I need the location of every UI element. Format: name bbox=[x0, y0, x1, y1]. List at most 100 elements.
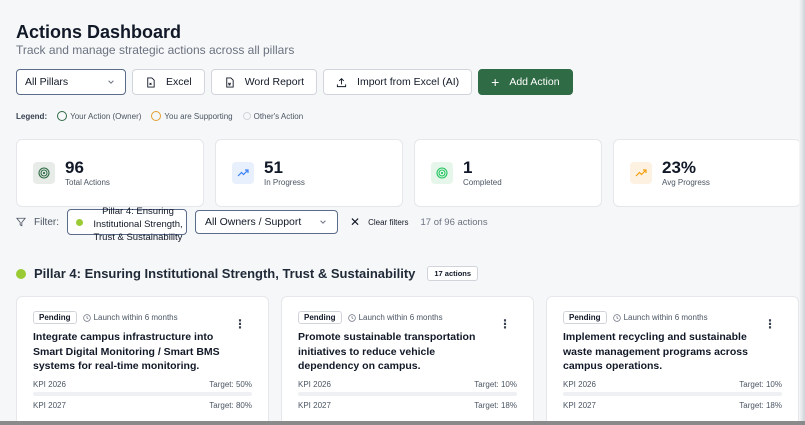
pillar-select-value: All Pillars bbox=[25, 76, 69, 88]
timeline-text: Launch within 6 months bbox=[358, 313, 443, 322]
legend: Legend: Your Action (Owner) You are Supp… bbox=[16, 111, 307, 121]
kpi-label: KPI 2027 bbox=[563, 401, 596, 411]
status-badge: Pending bbox=[33, 311, 77, 324]
kpi-target: Target: 18% bbox=[474, 401, 517, 411]
more-options-icon[interactable]: ⋮ bbox=[764, 317, 776, 331]
filter-icon bbox=[16, 217, 26, 227]
file-icon bbox=[225, 76, 234, 88]
stats-row: 96 Total Actions 51 In Progress 1 Comple… bbox=[16, 139, 801, 207]
kpi-label: KPI 2027 bbox=[298, 401, 331, 411]
stat-value: 1 bbox=[463, 158, 473, 178]
stat-value: 51 bbox=[264, 158, 283, 178]
stat-label: Avg Progress bbox=[662, 177, 710, 187]
target-icon bbox=[431, 162, 453, 184]
kpi-progress-bar bbox=[33, 392, 252, 397]
add-action-button-label: Add Action bbox=[509, 76, 560, 88]
more-options-icon[interactable]: ⋮ bbox=[499, 317, 511, 331]
kpi-target: Target: 18% bbox=[739, 401, 782, 411]
stat-value: 96 bbox=[65, 158, 84, 178]
legend-owner: Your Action (Owner) bbox=[57, 111, 141, 121]
action-card[interactable]: Pending Launch within 6 months ⋮ Impleme… bbox=[546, 296, 799, 425]
page-title: Actions Dashboard bbox=[16, 22, 182, 42]
kpi-target: Target: 10% bbox=[739, 380, 782, 390]
card-title: Implement recycling and sustainable wast… bbox=[563, 331, 748, 373]
clock-icon bbox=[612, 313, 621, 322]
kpi-label: KPI 2026 bbox=[563, 380, 596, 390]
stat-label: In Progress bbox=[264, 177, 305, 187]
window-edge bbox=[799, 0, 805, 425]
pillar-select[interactable]: All Pillars bbox=[16, 69, 126, 95]
clock-icon bbox=[82, 313, 91, 322]
chevron-down-icon bbox=[108, 80, 114, 84]
card-title: Promote sustainable transportation initi… bbox=[298, 331, 476, 373]
kpi-target: Target: 10% bbox=[474, 380, 517, 390]
filter-label: Filter: bbox=[34, 216, 59, 228]
trending-up-icon bbox=[232, 162, 254, 184]
stat-label: Completed bbox=[463, 177, 502, 187]
excel-button-label: Excel bbox=[166, 76, 192, 88]
stat-label: Total Actions bbox=[65, 177, 110, 187]
chevron-down-icon bbox=[320, 220, 326, 224]
card-title: Integrate campus infrastructure into Sma… bbox=[33, 331, 220, 373]
owner-ring-icon bbox=[57, 111, 68, 121]
kpi-progress-bar bbox=[563, 392, 782, 397]
legend-owner-label: Your Action (Owner) bbox=[70, 111, 142, 121]
window-bottom-edge bbox=[0, 421, 805, 425]
pillar-title: Pillar 4: Ensuring Institutional Strengt… bbox=[34, 266, 416, 281]
action-count-badge: 17 actions bbox=[427, 266, 479, 281]
plus-icon: + bbox=[491, 74, 500, 90]
excel-button[interactable]: Excel bbox=[132, 69, 205, 95]
target-icon bbox=[33, 162, 55, 184]
clear-filters-label: Clear filters bbox=[368, 217, 409, 227]
add-action-button[interactable]: + Add Action bbox=[478, 69, 573, 95]
kpi-label: KPI 2026 bbox=[298, 380, 331, 390]
legend-other: Other's Action bbox=[242, 112, 303, 121]
filter-bar: Filter: Pillar 4: Ensuring Institutional… bbox=[16, 206, 488, 243]
pillar-section-header: Pillar 4: Ensuring Institutional Strengt… bbox=[16, 266, 479, 281]
trending-up-icon bbox=[630, 162, 652, 184]
dashboard-page: Actions Dashboard Track and manage strat… bbox=[0, 0, 805, 425]
other-ring-icon bbox=[242, 112, 251, 120]
pillar-filter-value: Pillar 4: Ensuring Institutional Strengt… bbox=[93, 206, 183, 243]
toolbar: All Pillars Excel Word Report Import fro… bbox=[16, 69, 573, 95]
legend-supporting-label: You are Supporting bbox=[164, 111, 233, 121]
timeline-text: Launch within 6 months bbox=[93, 313, 178, 322]
timeline-text: Launch within 6 months bbox=[623, 313, 708, 322]
page-subtitle: Track and manage strategic actions acros… bbox=[16, 43, 295, 57]
action-cards: Pending Launch within 6 months ⋮ Integra… bbox=[16, 296, 799, 425]
kpi-row: KPI 2026 Target: 50% bbox=[33, 380, 252, 389]
close-icon: ✕ bbox=[350, 215, 361, 229]
status-badge: Pending bbox=[298, 311, 342, 324]
pillar-filter-select[interactable]: Pillar 4: Ensuring Institutional Strengt… bbox=[67, 206, 187, 243]
owner-filter-select[interactable]: All Owners / Support bbox=[195, 210, 338, 234]
stat-card-in-progress: 51 In Progress bbox=[215, 139, 403, 207]
action-card[interactable]: Pending Launch within 6 months ⋮ Integra… bbox=[16, 296, 269, 425]
import-excel-button-label: Import from Excel (AI) bbox=[357, 76, 460, 88]
legend-label: Legend: bbox=[16, 111, 48, 121]
kpi-row: KPI 2027 Target: 80% bbox=[33, 401, 252, 410]
stat-card-avg-progress: 23% Avg Progress bbox=[613, 139, 801, 207]
owner-filter-value: All Owners / Support bbox=[205, 216, 302, 228]
pillar-color-dot bbox=[16, 268, 26, 279]
more-options-icon[interactable]: ⋮ bbox=[234, 317, 246, 331]
kpi-row: KPI 2026 Target: 10% bbox=[298, 380, 517, 389]
stat-card-completed: 1 Completed bbox=[414, 139, 602, 207]
clear-filters-button[interactable]: ✕ Clear filters bbox=[350, 215, 409, 229]
action-card[interactable]: Pending Launch within 6 months ⋮ Promote… bbox=[281, 296, 534, 425]
pillar-color-dot bbox=[76, 218, 83, 226]
kpi-target: Target: 50% bbox=[209, 380, 252, 390]
kpi-row: KPI 2027 Target: 18% bbox=[298, 401, 517, 410]
word-report-button[interactable]: Word Report bbox=[210, 69, 318, 95]
kpi-target: Target: 80% bbox=[209, 401, 252, 411]
import-excel-button[interactable]: Import from Excel (AI) bbox=[323, 69, 473, 95]
word-report-button-label: Word Report bbox=[244, 76, 305, 88]
kpi-label: KPI 2026 bbox=[33, 380, 66, 390]
file-icon bbox=[147, 76, 155, 88]
legend-supporting: You are Supporting bbox=[151, 111, 233, 121]
stat-card-total: 96 Total Actions bbox=[16, 139, 204, 207]
kpi-label: KPI 2027 bbox=[33, 401, 66, 411]
kpi-row: KPI 2027 Target: 18% bbox=[563, 401, 782, 410]
upload-icon bbox=[336, 77, 347, 87]
supporting-ring-icon bbox=[151, 111, 162, 121]
kpi-row: KPI 2026 Target: 10% bbox=[563, 380, 782, 389]
